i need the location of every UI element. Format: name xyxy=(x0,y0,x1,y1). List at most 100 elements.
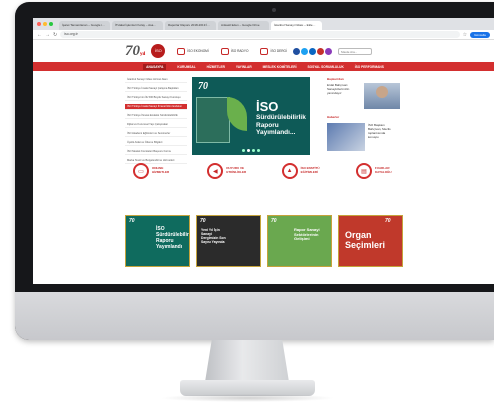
card-magazine[interactable]: 70 Yeni Yıl İçin Sanayi Dergimizin Son S… xyxy=(196,215,261,267)
radio-icon xyxy=(220,47,229,55)
news-thumbnail xyxy=(327,123,365,151)
main-content: İstanbul Sanayi Odası Hizmet Alanı İSO T… xyxy=(33,71,494,191)
nav-item-corporate[interactable]: KURUMSAL xyxy=(177,65,195,69)
laptop-icon: ▭ xyxy=(133,163,149,179)
nav-item-home[interactable]: ANASAYFA xyxy=(143,63,167,70)
social-links xyxy=(292,47,332,55)
left-menu-item[interactable]: İSO Türkiye'nin İlk 500 Büyük Sanayi Kur… xyxy=(125,95,187,101)
browser-tab[interactable]: İşaret Tamamlanan – Google i… xyxy=(59,21,110,30)
nav-item-services[interactable]: HİZMETLER xyxy=(207,65,225,69)
linkedin-icon[interactable] xyxy=(308,47,316,55)
twitter-icon[interactable] xyxy=(300,47,308,55)
header-link-label: İSO EKONOMİ xyxy=(187,49,209,53)
hero-slider[interactable]: 70 İSO Sürdürülebilirlik Raporu Yayımlan… xyxy=(192,77,310,155)
card-title: Organ Seçimleri xyxy=(345,230,386,250)
card-sustainability-report[interactable]: 70 İSO Sürdürülebilirlik Raporu Yayımlan… xyxy=(125,215,190,267)
left-menu-item[interactable]: Üyelik Aidat ve Ödeme Bilgileri xyxy=(125,140,187,146)
quick-link-fairs[interactable]: ▤ FUARLAR KATALOĞU xyxy=(355,163,401,179)
browser-window: İşaret Tamamlanan – Google i… İTHalat İş… xyxy=(33,18,494,284)
slider-dot[interactable] xyxy=(252,149,255,152)
back-icon[interactable]: ← xyxy=(37,32,42,38)
magazine-icon xyxy=(260,47,269,55)
stand-shadow xyxy=(160,394,335,402)
leaf-graphic xyxy=(227,97,247,131)
window-controls xyxy=(37,18,53,30)
header-link-magazine[interactable]: İSO DERGİ xyxy=(260,47,287,55)
left-menu: İstanbul Sanayi Odası Hizmet Alanı İSO T… xyxy=(125,77,187,164)
header-link-label: İSO DERGİ xyxy=(270,49,287,53)
update-button[interactable]: Güncelle xyxy=(470,31,490,38)
forward-icon[interactable]: → xyxy=(45,32,50,38)
card-badge: 70 xyxy=(271,218,277,224)
address-toolbar: ← → ↻ iso.org.tr ☆ Güncelle xyxy=(33,30,494,40)
hero-title: İSO xyxy=(256,99,279,114)
hero-badge: 70 xyxy=(198,81,208,92)
header-link-label: İSO RADYO xyxy=(230,49,249,53)
education-icon: ▲ xyxy=(281,163,298,179)
card-title: İSO Sürdürülebilirlik Raporu Yayımlandı xyxy=(156,226,189,250)
left-menu-item[interactable]: İSO Türkiye İhracat Endeksi Sürdürülebil… xyxy=(125,113,187,119)
browser-tab-active[interactable]: İstanbul Sanayi Odası – Ekle… xyxy=(271,21,322,30)
nav-item-social[interactable]: SOSYAL SORUMLULUK xyxy=(307,65,343,69)
left-menu-item[interactable]: İSO Akademi Eğitimleri ve Seminerler xyxy=(125,131,187,137)
quick-link-label: DUYURU VE ETKİNLİKLER xyxy=(226,166,247,174)
card-badge: 70 xyxy=(200,218,206,224)
monitor-chin xyxy=(15,292,494,340)
browser-tab[interactable]: Ankastl Eden – Google Drive xyxy=(218,21,269,30)
monitor-stand xyxy=(205,340,289,382)
quick-link-label: İSO ENSTİTÜ EĞİTİMLERİ xyxy=(300,166,320,174)
quick-link-announcements[interactable]: ◀ DUYURU VE ETKİNLİKLER xyxy=(207,163,252,179)
nav-item-publications[interactable]: YAYINLAR xyxy=(236,65,252,69)
left-menu-item[interactable]: İSO Meslek Komiteleri Başvuru Formu xyxy=(125,149,187,155)
iso-badge[interactable]: İSO xyxy=(151,44,166,58)
logo-number: 70 xyxy=(125,42,140,59)
megaphone-icon: ◀ xyxy=(207,163,224,179)
logo-sub: yıl xyxy=(140,51,146,57)
card-title: Rapor Sanayi Sektörlerinin Gelişimi xyxy=(294,227,320,242)
president-card[interactable]: Erdal Bahçıvan: Sanayicilerimizin yanınd… xyxy=(327,83,402,109)
browser-tab[interactable]: Raporlar Raporu 2018-2019 İ… xyxy=(165,21,216,30)
header-link-economy[interactable]: İSO EKONOMİ xyxy=(177,47,209,55)
zoom-window-button[interactable] xyxy=(49,22,53,26)
site-search-input[interactable]: Sitede Ara... xyxy=(337,47,372,55)
quick-link-education[interactable]: ▲ İSO ENSTİTÜ EĞİTİMLERİ xyxy=(281,163,327,179)
instagram-icon[interactable] xyxy=(324,47,332,55)
card-report[interactable]: 70 Rapor Sanayi Sektörlerinin Gelişimi xyxy=(267,215,332,267)
slider-dot[interactable] xyxy=(257,149,260,152)
site-logo[interactable]: 70yıl xyxy=(125,43,145,60)
header-link-radio[interactable]: İSO RADYO xyxy=(220,47,249,55)
slider-dot-active[interactable] xyxy=(247,149,250,152)
document-icon: ▤ xyxy=(355,163,372,179)
browser-tab[interactable]: İTHalat İşlemleri Kolay – Asa… xyxy=(112,21,163,30)
close-window-button[interactable] xyxy=(37,22,41,26)
president-section-title: Başkan'dan xyxy=(327,77,344,81)
news-text: İSO Başkanı Bahçıvan, Meclis toplantısın… xyxy=(368,123,391,139)
quick-link-label: ONLINE HİZMETLER xyxy=(152,166,170,174)
minimize-window-button[interactable] xyxy=(43,22,47,26)
slider-dot[interactable] xyxy=(242,149,245,152)
youtube-icon[interactable] xyxy=(316,47,324,55)
star-icon[interactable]: ☆ xyxy=(463,32,467,38)
tab-bar: İşaret Tamamlanan – Google i… İTHalat İş… xyxy=(33,18,494,30)
address-bar[interactable]: iso.org.tr xyxy=(60,31,460,38)
quick-links-row: ▭ ONLINE HİZMETLER ◀ DUYURU VE ETKİNLİKL… xyxy=(133,163,401,179)
nav-item-committees[interactable]: MESLEK KOMİTELERİ xyxy=(263,65,297,69)
left-menu-item-active[interactable]: İSO Türkiye İmalat Sanayi İhracat İklim … xyxy=(125,104,187,110)
site-header: 70yıl İSO İSO EKONOMİ İSO RADYO İSO DERG… xyxy=(33,40,494,62)
right-column: Başkan'dan Erdal Bahçıvan: Sanayicilerim… xyxy=(327,77,402,151)
card-elections[interactable]: 70 Organ Seçimleri xyxy=(338,215,403,267)
left-menu-item[interactable]: İSO Türkiye İmalat Sanayi Çalışma Başlık… xyxy=(125,86,187,92)
quick-link-online[interactable]: ▭ ONLINE HİZMETLER xyxy=(133,163,178,179)
featured-cards: 70 İSO Sürdürülebilirlik Raporu Yayımlan… xyxy=(125,215,403,267)
reload-icon[interactable]: ↻ xyxy=(53,32,57,38)
news-item[interactable]: İSO Başkanı Bahçıvan, Meclis toplantısın… xyxy=(327,123,402,151)
left-menu-item[interactable]: Dijital ve Kurumsal Yapı Çalışmaları xyxy=(125,122,187,128)
report-cover-image xyxy=(196,97,230,143)
economy-icon xyxy=(177,47,186,55)
nav-item-performance[interactable]: İSO PERFORMANS xyxy=(355,65,384,69)
card-badge: 70 xyxy=(385,218,391,224)
left-menu-item[interactable]: İstanbul Sanayi Odası Hizmet Alanı xyxy=(125,77,187,83)
card-badge: 70 xyxy=(129,218,135,224)
news-section-title: Haberler xyxy=(327,115,340,119)
facebook-icon[interactable] xyxy=(292,47,300,55)
